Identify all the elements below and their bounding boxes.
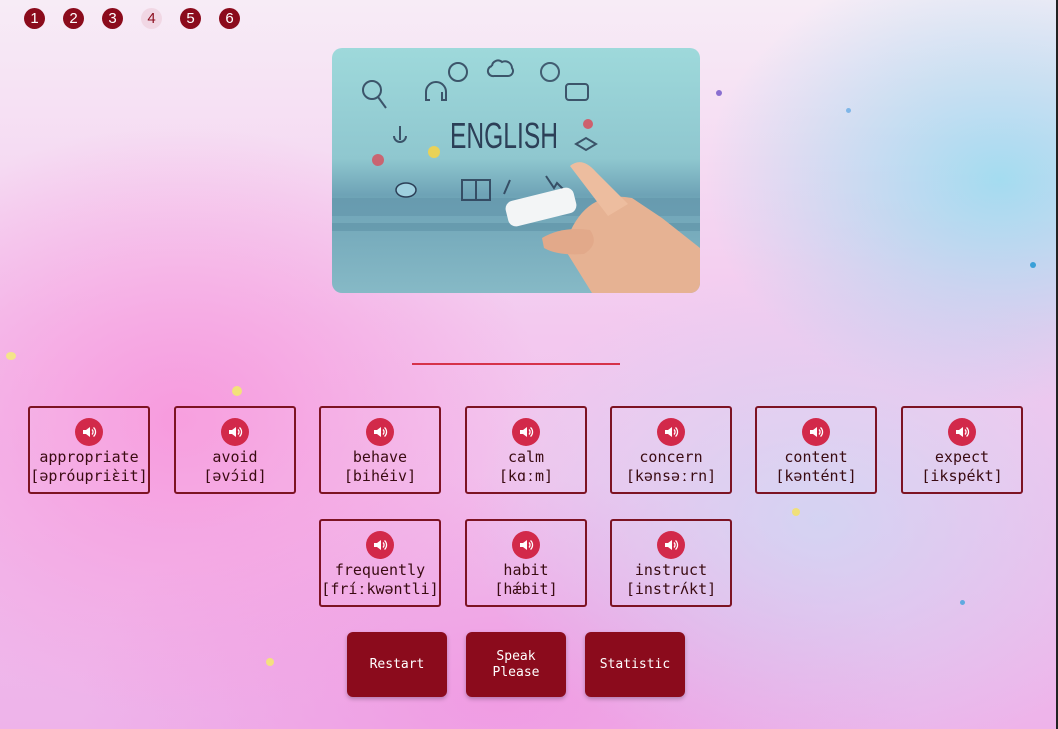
word-phonetic: [kɑːm] <box>498 467 554 485</box>
word-phonetic: [instrʌ́kt] <box>625 580 717 598</box>
word-text: concern <box>639 448 703 466</box>
word-text: habit <box>503 561 549 579</box>
english-word-art: ENGLISH <box>450 115 558 156</box>
word-phonetic: [kəntént] <box>775 467 857 485</box>
word-phonetic: [əvɔ́id] <box>203 467 267 485</box>
background-speck <box>846 108 851 113</box>
background-speck <box>6 352 16 360</box>
speaker-icon[interactable] <box>75 418 103 446</box>
word-phonetic: [bihéiv] <box>343 467 417 485</box>
speaker-icon[interactable] <box>366 418 394 446</box>
word-text: instruct <box>634 561 708 579</box>
word-card[interactable]: instruct [instrʌ́kt] <box>610 519 732 607</box>
step-2[interactable]: 2 <box>63 8 84 29</box>
speaker-icon[interactable] <box>657 418 685 446</box>
restart-button[interactable]: Restart <box>347 632 447 697</box>
step-5[interactable]: 5 <box>180 8 201 29</box>
word-card[interactable]: content [kəntént] <box>755 406 877 494</box>
word-card[interactable]: appropriate [əpróupriὲit] <box>28 406 150 494</box>
word-card[interactable]: habit [hǽbit] <box>465 519 587 607</box>
word-text: content <box>784 448 848 466</box>
word-card[interactable]: concern [kənsəːrn] <box>610 406 732 494</box>
step-3[interactable]: 3 <box>102 8 123 29</box>
speaker-icon[interactable] <box>657 531 685 559</box>
answer-blank-line <box>412 363 620 365</box>
word-card[interactable]: expect [ikspékt] <box>901 406 1023 494</box>
word-phonetic: [ikspékt] <box>921 467 1003 485</box>
word-phonetic: [hǽbit] <box>494 580 558 598</box>
word-card[interactable]: frequently [fríːkwəntli] <box>319 519 441 607</box>
background-speck <box>232 386 242 396</box>
word-text: calm <box>507 448 545 466</box>
word-card[interactable]: calm [kɑːm] <box>465 406 587 494</box>
word-text: appropriate <box>39 448 139 466</box>
word-card[interactable]: avoid [əvɔ́id] <box>174 406 296 494</box>
step-6[interactable]: 6 <box>219 8 240 29</box>
speaker-icon[interactable] <box>366 531 394 559</box>
english-hero-image: ENGLISH <box>332 48 700 293</box>
progress-steps: 1 2 3 4 5 6 <box>24 8 240 29</box>
speaker-icon[interactable] <box>512 418 540 446</box>
word-phonetic: [fríːkwəntli] <box>321 580 439 598</box>
speaker-icon[interactable] <box>802 418 830 446</box>
step-1[interactable]: 1 <box>24 8 45 29</box>
background-speck <box>960 600 965 605</box>
word-text: frequently <box>334 561 426 579</box>
speaker-icon[interactable] <box>948 418 976 446</box>
background-speck <box>1030 262 1036 268</box>
word-text: behave <box>352 448 408 466</box>
background-speck <box>792 508 800 516</box>
statistic-button[interactable]: Statistic <box>585 632 685 697</box>
background-speck <box>266 658 274 666</box>
word-phonetic: [əpróupriὲit] <box>30 467 148 485</box>
speaker-icon[interactable] <box>221 418 249 446</box>
speaker-icon[interactable] <box>512 531 540 559</box>
step-4-current[interactable]: 4 <box>141 8 162 29</box>
speak-please-button[interactable]: Speak Please <box>466 632 566 697</box>
word-phonetic: [kənsəːrn] <box>625 467 717 485</box>
word-card[interactable]: behave [bihéiv] <box>319 406 441 494</box>
background-speck <box>716 90 722 96</box>
word-text: avoid <box>212 448 258 466</box>
word-text: expect <box>934 448 990 466</box>
